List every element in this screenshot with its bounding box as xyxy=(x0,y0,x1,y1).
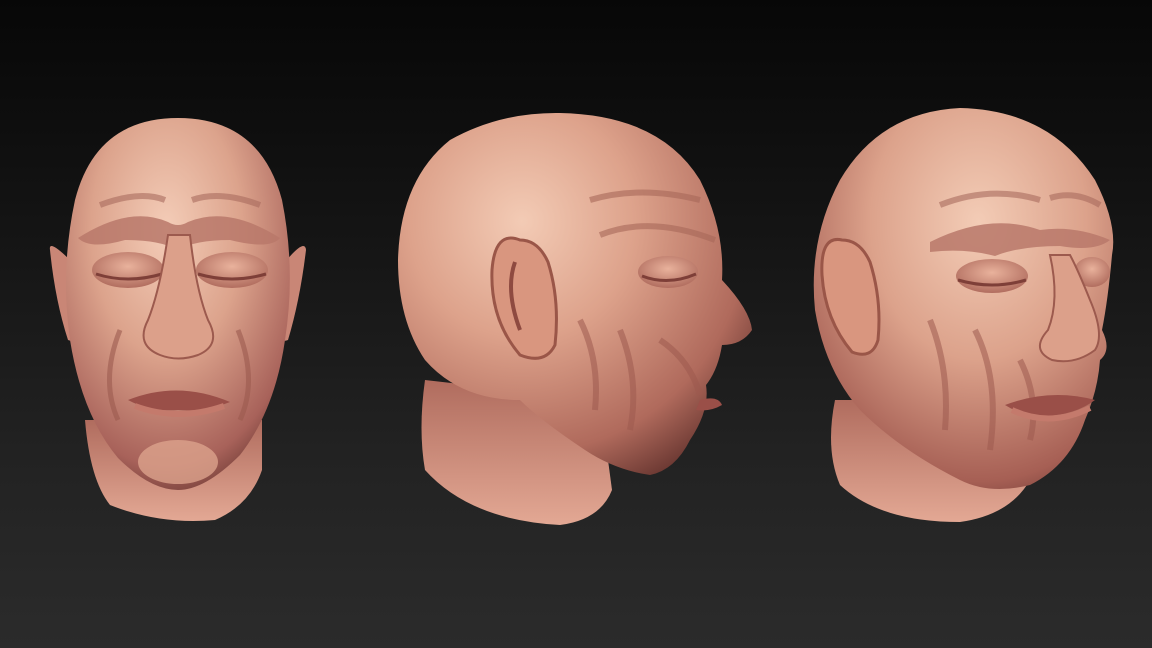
front-right-eyelid xyxy=(196,252,268,288)
head-side-view xyxy=(398,112,752,525)
head-three-quarter-view xyxy=(813,108,1114,522)
side-eyelid xyxy=(638,256,698,288)
render-canvas xyxy=(49,108,1114,525)
front-chin xyxy=(138,440,218,484)
front-left-eyelid xyxy=(92,252,164,288)
tq-left-eyelid xyxy=(956,259,1028,293)
render-viewport xyxy=(0,0,1152,648)
head-front-view xyxy=(49,118,306,521)
